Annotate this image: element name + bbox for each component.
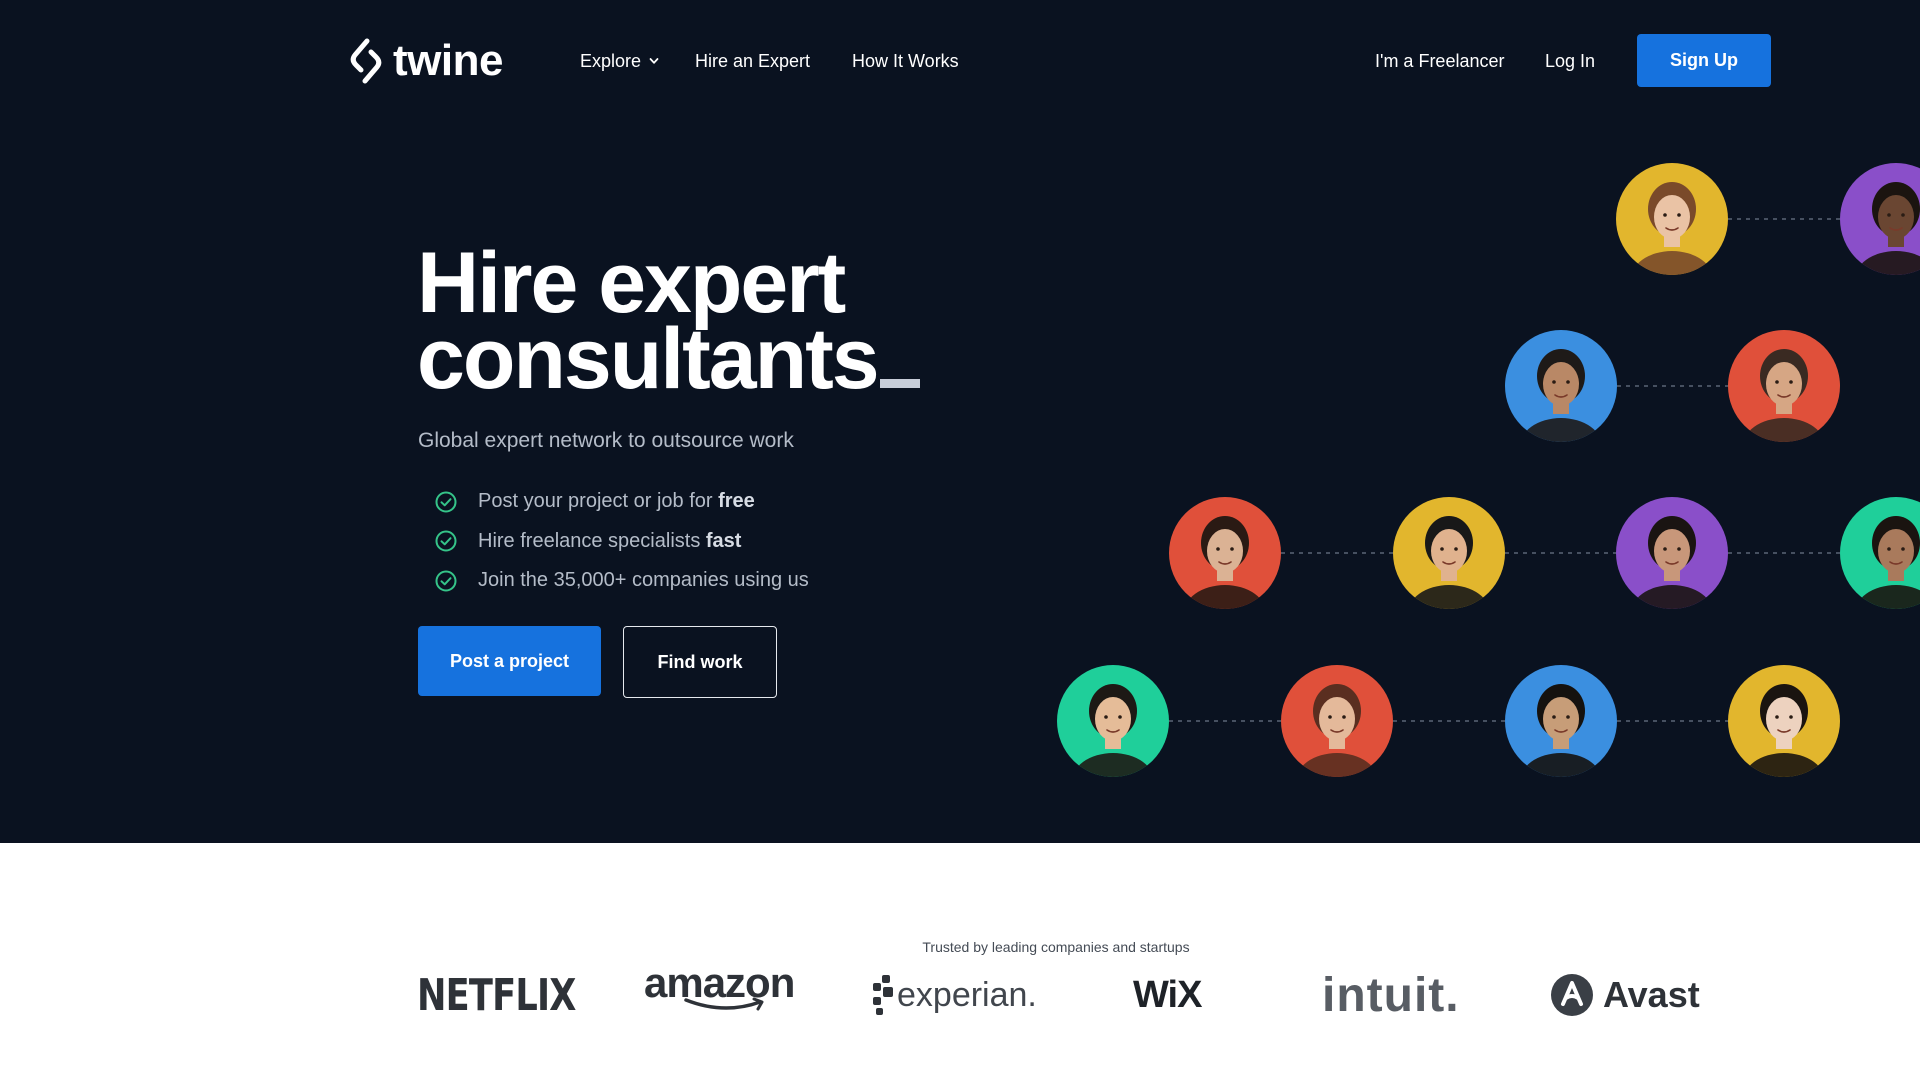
expert-avatar [1505, 665, 1617, 777]
person-icon [1071, 684, 1155, 777]
amazon-smile-icon [684, 997, 764, 1011]
intuit-logo: intuit. [1322, 968, 1460, 1022]
expert-avatar [1169, 497, 1281, 609]
trusted-caption: Trusted by leading companies and startup… [922, 939, 1190, 955]
person-icon [1183, 516, 1267, 609]
person-icon [1630, 516, 1714, 609]
amazon-logo: amazon [644, 962, 795, 1025]
expert-avatar-network [0, 0, 1920, 843]
expert-avatar [1393, 497, 1505, 609]
expert-avatar [1057, 665, 1169, 777]
hero-section: twine Explore Hire an Expert How It Work… [0, 0, 1920, 843]
person-icon [1519, 684, 1603, 777]
person-icon [1742, 684, 1826, 777]
expert-avatar [1728, 330, 1840, 442]
expert-avatar [1616, 497, 1728, 609]
wix-logo: WiX [1133, 973, 1202, 1016]
avast-logo: Avast [1549, 965, 1700, 1025]
person-icon [1630, 182, 1714, 275]
person-icon [1407, 516, 1491, 609]
experian-logo: experian. [871, 965, 1037, 1025]
avast-icon [1551, 974, 1593, 1016]
experian-dots-icon [873, 975, 893, 1015]
netflix-logo: NETFLIX [417, 969, 576, 1021]
person-icon [1519, 349, 1603, 442]
expert-avatar [1281, 665, 1393, 777]
person-icon [1295, 684, 1379, 777]
expert-avatar [1728, 665, 1840, 777]
network-lines [1169, 218, 1840, 722]
expert-avatar [1616, 163, 1728, 275]
person-icon [1742, 349, 1826, 442]
expert-avatar [1505, 330, 1617, 442]
